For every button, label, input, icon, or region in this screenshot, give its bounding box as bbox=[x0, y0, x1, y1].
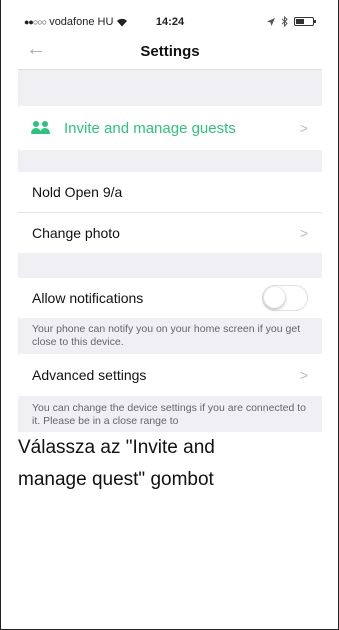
change-photo-row[interactable]: Change photo > bbox=[18, 213, 322, 253]
chevron-right-icon: > bbox=[299, 367, 308, 383]
allow-notifications-row: Allow notifications bbox=[18, 278, 322, 318]
instruction-caption-line-2: manage quest" gombot bbox=[18, 469, 214, 490]
invite-guests-label: Invite and manage guests bbox=[64, 119, 236, 137]
page-title: Settings bbox=[140, 43, 200, 60]
device-name: Nold Open 9/a bbox=[32, 184, 123, 200]
chevron-right-icon: > bbox=[299, 225, 308, 241]
notifications-hint: Your phone can notify you on your home s… bbox=[32, 323, 301, 348]
advanced-settings-hint: You can change the device settings if yo… bbox=[32, 402, 306, 427]
phone-screenshot: ●●○○○ vodafone HU 14:24 ← Settings Invit… bbox=[18, 12, 322, 432]
location-arrow-icon bbox=[267, 17, 275, 26]
status-right bbox=[267, 16, 316, 27]
chevron-right-icon: > bbox=[299, 120, 308, 136]
advanced-settings-row[interactable]: Advanced settings > bbox=[18, 354, 322, 396]
navigation-bar: ← Settings bbox=[18, 32, 322, 70]
allow-notifications-toggle[interactable] bbox=[262, 285, 308, 311]
battery-icon bbox=[294, 17, 316, 26]
advanced-settings-label: Advanced settings bbox=[32, 367, 147, 383]
guests-icon bbox=[31, 121, 54, 135]
device-name-row: Nold Open 9/a bbox=[18, 172, 322, 212]
status-bar: ●●○○○ vodafone HU 14:24 bbox=[18, 12, 322, 32]
toggle-knob bbox=[264, 287, 285, 308]
bluetooth-icon bbox=[281, 16, 288, 27]
instruction-caption-line-1: Válassza az "Invite and bbox=[18, 437, 215, 458]
allow-notifications-label: Allow notifications bbox=[32, 290, 144, 306]
change-photo-label: Change photo bbox=[32, 225, 120, 241]
invite-guests-row[interactable]: Invite and manage guests > bbox=[18, 106, 322, 150]
